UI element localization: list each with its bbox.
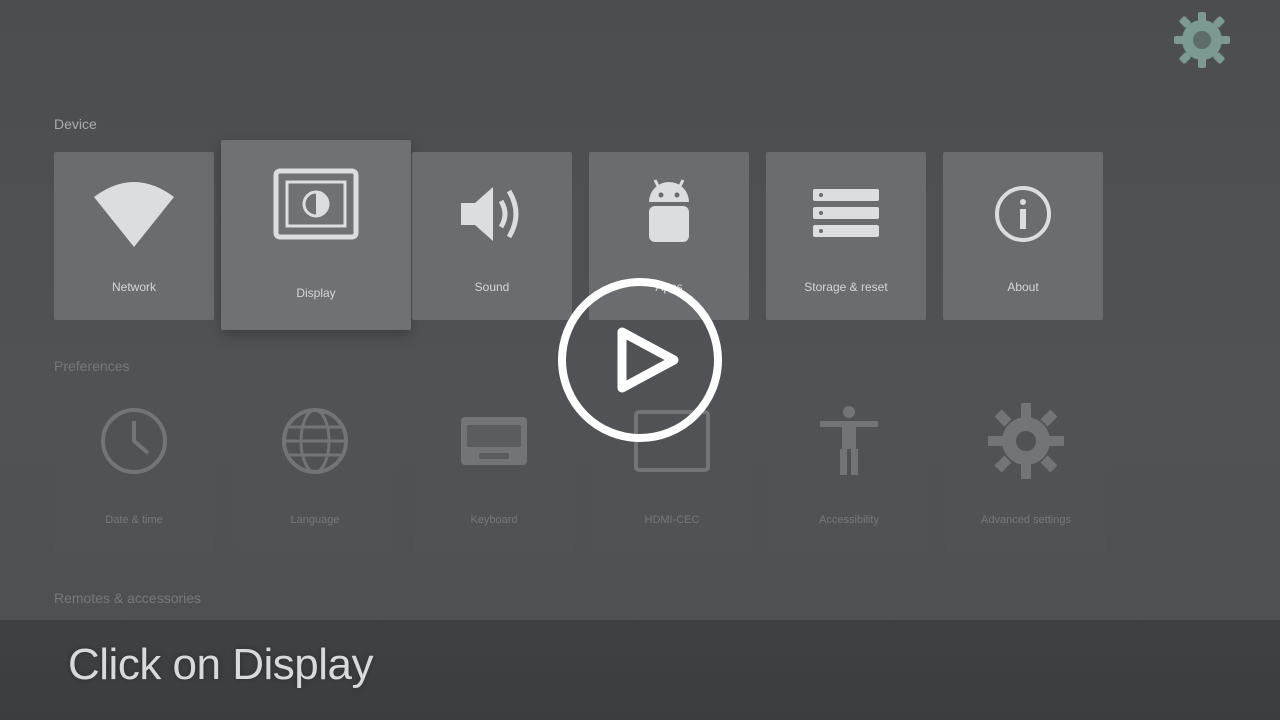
clock-icon <box>54 404 214 478</box>
storage-icon <box>766 176 926 252</box>
gear-icon <box>946 403 1106 479</box>
tile-label: HDMI-CEC <box>644 514 700 526</box>
accessibility-icon <box>769 404 929 478</box>
wifi-icon <box>54 176 214 252</box>
tile-network[interactable]: Network <box>54 152 214 320</box>
tile-label: Advanced settings <box>981 514 1071 526</box>
tile-about[interactable]: About <box>943 152 1103 320</box>
tile-keyboard[interactable]: Keyboard <box>414 384 574 552</box>
tile-storage-reset[interactable]: Storage & reset <box>766 152 926 320</box>
display-icon <box>221 166 411 242</box>
tile-label: About <box>1007 280 1039 294</box>
tile-label: Storage & reset <box>804 280 888 294</box>
instruction-caption: Click on Display <box>68 640 373 689</box>
tile-sound[interactable]: Sound <box>412 152 572 320</box>
tile-language[interactable]: Language <box>235 384 395 552</box>
tile-date-time[interactable]: Date & time <box>54 384 214 552</box>
tile-advanced-settings[interactable]: Advanced settings <box>946 384 1106 552</box>
tile-label: Keyboard <box>470 514 518 526</box>
tile-label: Display <box>296 286 336 300</box>
keyboard-icon <box>414 404 574 478</box>
section-label-remotes: Remotes & accessories <box>54 590 202 606</box>
tile-label: Network <box>111 280 156 294</box>
play-button[interactable] <box>556 276 724 444</box>
tile-label: Language <box>290 514 340 526</box>
tile-display[interactable]: Display <box>221 140 411 330</box>
info-icon <box>943 176 1103 252</box>
settings-gear-icon[interactable] <box>1170 8 1234 72</box>
tile-label: Accessibility <box>819 514 879 526</box>
section-label-preferences: Preferences <box>54 358 130 374</box>
globe-icon <box>235 404 395 478</box>
settings-screen: Device Network Display Sound Apps Storag… <box>0 0 1280 720</box>
tile-accessibility[interactable]: Accessibility <box>769 384 929 552</box>
section-label-device: Device <box>54 116 97 132</box>
tile-label: Sound <box>474 280 510 294</box>
speaker-icon <box>412 176 572 252</box>
android-icon <box>589 176 749 252</box>
tile-label: Date & time <box>105 514 163 526</box>
